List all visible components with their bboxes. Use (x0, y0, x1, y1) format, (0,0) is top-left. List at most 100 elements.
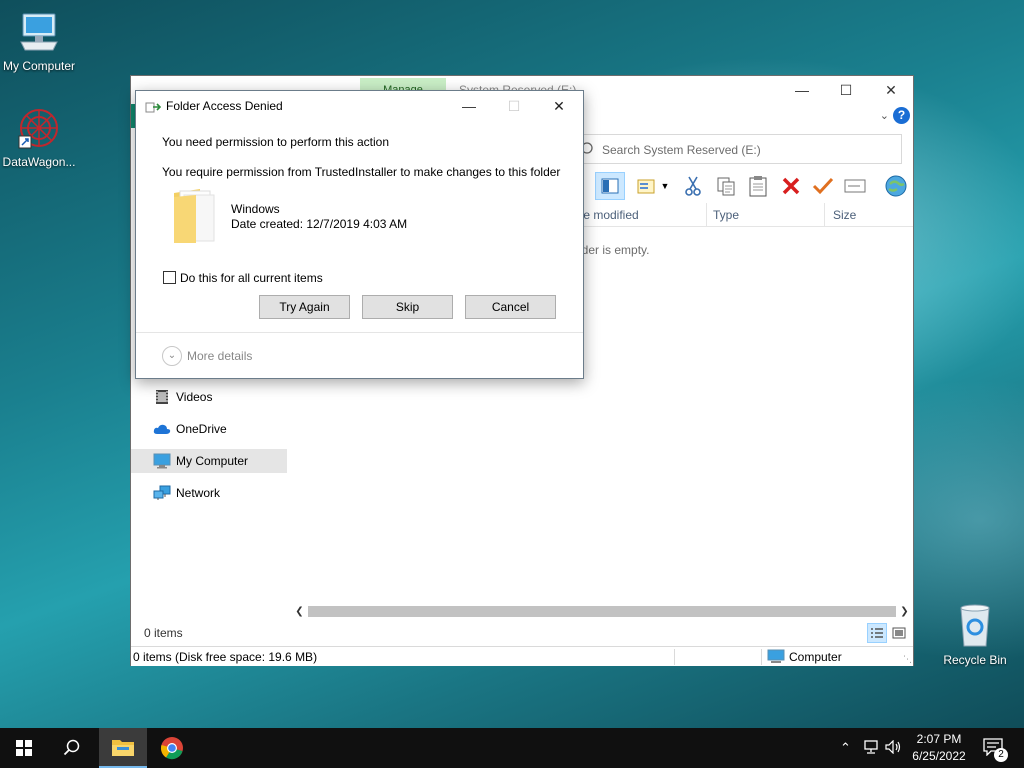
dialog-footer: ⌄ More details (136, 332, 583, 378)
file-move-icon (145, 102, 161, 113)
nav-item-label: Network (176, 486, 221, 500)
scroll-right-arrow-icon[interactable]: ❯ (896, 603, 913, 620)
chevron-down-icon[interactable]: ⌄ (880, 109, 889, 122)
folder-access-denied-dialog: Folder Access Denied — ☐ ✕ You need perm… (135, 90, 584, 379)
apply-to-all-checkbox[interactable] (163, 271, 176, 284)
clock-date: 6/25/2022 (912, 749, 966, 763)
rename-button[interactable] (843, 174, 867, 198)
chevron-down-icon[interactable]: ⌄ (162, 346, 182, 366)
delete-button[interactable] (779, 174, 803, 198)
paste-icon (749, 176, 767, 197)
nav-item-label: OneDrive (176, 422, 227, 436)
items-count: 0 items (144, 626, 183, 640)
empty-folder-message: lder is empty. (579, 243, 650, 257)
cancel-button[interactable]: Cancel (465, 295, 556, 319)
computer-icon (153, 453, 171, 469)
column-header-row: te modified Type Size (578, 203, 913, 227)
view-dropdown-icon[interactable]: ▼ (659, 174, 671, 198)
status-zone: Computer (767, 649, 842, 664)
nav-item-my-computer[interactable]: My Computer (131, 449, 287, 473)
file-explorer-icon (112, 740, 134, 756)
copy-button[interactable] (714, 174, 738, 198)
start-button[interactable] (0, 728, 48, 768)
notification-count-badge: 2 (994, 748, 1008, 762)
nav-item-onedrive[interactable]: OneDrive (131, 417, 287, 441)
computer-icon (767, 649, 785, 663)
computer-icon (20, 13, 58, 51)
onedrive-icon (153, 421, 171, 437)
dialog-maximize-button: ☐ (507, 98, 521, 114)
copy-icon (717, 177, 735, 196)
paste-button[interactable] (746, 174, 770, 198)
dialog-message-heading: You need permission to perform this acti… (162, 135, 390, 149)
properties-check-button[interactable] (811, 174, 835, 198)
folder-date-created: Date created: 12/7/2019 4:03 AM (231, 217, 408, 231)
show-hidden-icons-chevron-icon[interactable]: ⌃ (840, 740, 851, 756)
desktop-icon-label: DataWagon... (2, 155, 76, 169)
desktop-icon-datawagon[interactable]: DataWagon... (0, 106, 81, 169)
nav-item-label: Videos (176, 390, 213, 404)
nav-item-videos[interactable]: Videos (131, 385, 287, 409)
network-globe-button[interactable] (883, 174, 909, 198)
column-header-type[interactable]: Type (713, 208, 739, 222)
scroll-left-arrow-icon[interactable]: ❮ (291, 603, 308, 620)
checkmark-icon (812, 177, 834, 195)
scrollbar-thumb[interactable] (308, 606, 896, 617)
network-icon (153, 485, 171, 501)
videos-icon (153, 389, 171, 405)
more-details-toggle[interactable]: More details (187, 349, 252, 363)
preview-pane-icon (601, 178, 619, 194)
clock[interactable]: 2:07 PM 6/25/2022 (906, 731, 972, 765)
explorer-toolbar: ▼ (591, 170, 913, 202)
nav-item-network[interactable]: Network (131, 481, 287, 505)
view-button[interactable] (635, 174, 659, 198)
status-divider (761, 649, 762, 665)
column-divider[interactable] (706, 203, 707, 227)
search-placeholder: Search System Reserved (E:) (602, 143, 761, 157)
rename-icon (844, 179, 866, 193)
try-again-button[interactable]: Try Again (259, 295, 350, 319)
dialog-close-button[interactable]: ✕ (536, 91, 582, 121)
chrome-icon (160, 737, 183, 760)
status-zone-label: Computer (789, 649, 842, 664)
network-tray-icon[interactable] (862, 740, 880, 757)
dialog-message-detail: You require permission from TrustedInsta… (162, 165, 561, 179)
large-icons-view-button[interactable] (889, 623, 909, 643)
details-view-button[interactable] (867, 623, 887, 643)
delete-icon (782, 177, 800, 195)
taskbar-chrome[interactable] (148, 728, 196, 768)
cut-button[interactable] (681, 174, 705, 198)
folder-name: Windows (231, 202, 280, 216)
column-header-size[interactable]: Size (833, 208, 856, 222)
taskbar-file-explorer[interactable] (99, 728, 147, 768)
desktop-icon-label: My Computer (2, 59, 76, 73)
apply-to-all-label[interactable]: Do this for all current items (180, 271, 323, 285)
status-divider (674, 649, 675, 665)
recycle-bin-icon (960, 604, 990, 647)
desktop-icon-recycle-bin[interactable]: Recycle Bin (933, 602, 1017, 667)
maximize-button[interactable]: ☐ (823, 76, 869, 104)
preview-pane-button[interactable] (595, 172, 625, 200)
help-icon[interactable]: ? (893, 107, 910, 124)
close-button[interactable]: ✕ (868, 76, 914, 104)
desktop-icon-my-computer[interactable]: My Computer (0, 10, 81, 73)
view-switcher (867, 623, 911, 643)
dialog-title: Folder Access Denied (166, 99, 283, 113)
skip-button[interactable]: Skip (362, 295, 453, 319)
column-header-date-modified[interactable]: te modified (580, 208, 639, 222)
minimize-button[interactable]: — (779, 76, 825, 104)
large-icons-view-icon (892, 627, 906, 639)
column-divider[interactable] (824, 203, 825, 227)
search-button[interactable] (48, 728, 96, 768)
horizontal-scrollbar[interactable]: ❮ ❯ (291, 603, 913, 620)
resize-grip-icon[interactable]: ⋱ (903, 654, 912, 665)
folder-view-icon (637, 179, 655, 194)
search-input[interactable]: Search System Reserved (E:) (571, 134, 902, 164)
volume-tray-icon[interactable] (885, 739, 903, 757)
desktop-icon-label: Recycle Bin (943, 653, 1007, 667)
scissors-icon (685, 176, 701, 196)
dialog-minimize-button[interactable]: — (446, 91, 492, 121)
action-center-button[interactable]: 2 (982, 736, 1008, 762)
taskbar: ⌃ 2:07 PM 6/25/2022 2 (0, 728, 1024, 768)
clock-time: 2:07 PM (916, 732, 962, 746)
